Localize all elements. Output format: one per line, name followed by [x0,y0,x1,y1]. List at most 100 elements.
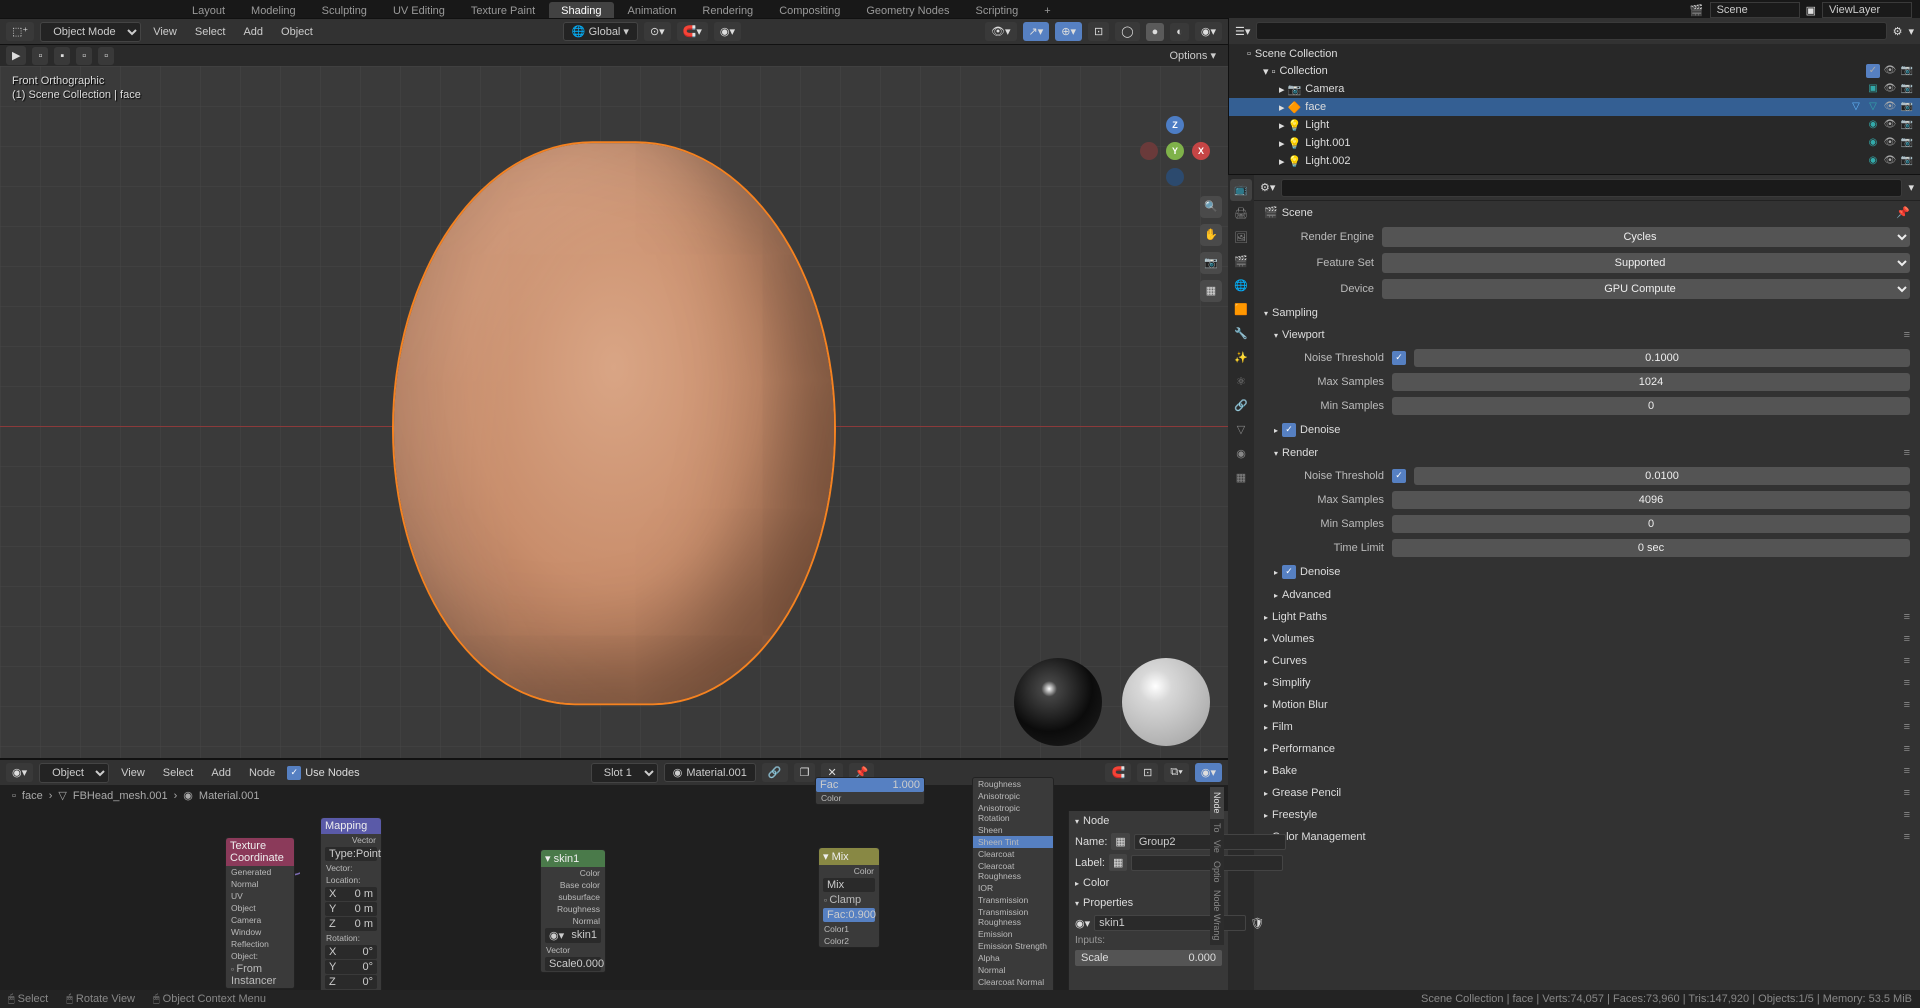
render-engine-select[interactable]: Cycles [1382,227,1910,247]
ptab-material[interactable]: ◉ [1230,443,1252,465]
ptab-world[interactable]: 🌐 [1230,275,1252,297]
axis-neg-x[interactable] [1140,142,1158,160]
props-type-icon[interactable]: ⚙▾ [1260,181,1275,194]
view3d-menu-view[interactable]: View [147,24,183,40]
material-select[interactable]: ◉ Material.001 [664,763,756,782]
r-min-val[interactable]: 0 [1392,515,1910,533]
ptab-output[interactable]: 🖨 [1230,203,1252,225]
panel-freestyle[interactable]: ▸Freestyle≡ [1254,804,1920,826]
ptab-texture[interactable]: ▦ [1230,467,1252,489]
ptab-physics[interactable]: ⚛ [1230,371,1252,393]
axis-neg-z[interactable] [1166,168,1184,186]
ptab-object[interactable]: 🟧 [1230,299,1252,321]
collection-exclude-check[interactable]: ✓ [1866,64,1880,78]
orientation-select[interactable]: 🌐 Global ▾ [563,22,638,41]
node-scale-field[interactable]: Scale0.000 [1075,950,1222,966]
view3d-menu-select[interactable]: Select [189,24,232,40]
ptab-render[interactable]: 📺 [1230,179,1252,201]
render-icon[interactable]: 📷 [1900,82,1914,96]
tree-face[interactable]: ▸ 🔶 face▽▽👁📷 [1229,98,1920,116]
gizmo-toggle[interactable]: ↗▾ [1023,22,1050,41]
ptab-scene[interactable]: 🎬 [1230,251,1252,273]
panel-viewport[interactable]: ▾Viewport≡ [1254,324,1920,346]
tree-light[interactable]: ▸ 💡 Light◉👁📷 [1229,116,1920,134]
outliner-new-collection[interactable]: ▾ [1908,25,1914,38]
select-mode-1[interactable]: ▫ [32,47,48,65]
pan-icon[interactable]: ✋ [1200,224,1222,246]
ptab-particles[interactable]: ✨ [1230,347,1252,369]
node-principled-bsdf[interactable]: RoughnessAnisotropicAnisotropic Rotation… [972,777,1054,1001]
visibility-icon[interactable]: 👁▾ [985,22,1017,41]
snap-toggle[interactable]: 🧲▾ [677,22,708,41]
tree-camera[interactable]: ▸ 📷 Camera▣👁📷 [1229,80,1920,98]
eye-icon[interactable]: 👁 [1883,64,1897,78]
select-mode-2[interactable]: ▪ [54,47,70,65]
shading-solid[interactable]: ● [1146,23,1165,41]
options-popover[interactable]: Options ▾ [1164,47,1223,64]
overlay-toggle[interactable]: ⊕▾ [1055,22,1082,41]
tree-light-001[interactable]: ▸ 💡 Light.001◉👁📷 [1229,134,1920,152]
node-texcoord[interactable]: Texture Coordinate Generated Normal UV O… [225,837,295,989]
select-mode-4[interactable]: ▫ [98,47,114,65]
panel-light-paths[interactable]: ▸Light Paths≡ [1254,606,1920,628]
node-canvas[interactable]: ▫ face› ▽ FBHead_mesh.001› ◉ Material.00… [0,785,1228,990]
panel-render[interactable]: ▾Render≡ [1254,442,1920,464]
slot-select[interactable]: Slot 1 [591,763,658,783]
axis-y[interactable]: Y [1166,142,1184,160]
mat-link-icon[interactable]: 🔗 [762,763,788,782]
outliner-filter-icon[interactable]: ⚙ [1893,25,1903,38]
render-icon[interactable]: 📷 [1900,136,1914,150]
render-icon[interactable]: 📷 [1900,64,1914,78]
panel-film[interactable]: ▸Film≡ [1254,716,1920,738]
nstab-nodewrangler[interactable]: Node Wrang [1210,886,1224,944]
panel-sampling[interactable]: ▾Sampling [1254,302,1920,324]
nstab-node[interactable]: Node [1210,787,1224,819]
panel-bake[interactable]: ▸Bake≡ [1254,760,1920,782]
time-limit-val[interactable]: 0 sec [1392,539,1910,557]
eye-icon[interactable]: 👁 [1883,118,1897,132]
node-ov2-icon[interactable]: ⧉▾ [1164,763,1188,782]
eye-icon[interactable]: 👁 [1883,82,1897,96]
ptab-viewlayer[interactable]: 🖼 [1230,227,1252,249]
shading-matprev[interactable]: ◐ [1170,23,1189,41]
render-icon[interactable]: 📷 [1900,100,1914,114]
view3d-menu-object[interactable]: Object [275,24,319,40]
ptab-data[interactable]: ▽ [1230,419,1252,441]
outliner-tree[interactable]: ▫ Scene Collection ▾ ▫ Collection ✓👁📷 ▸ … [1229,44,1920,172]
feature-set-select[interactable]: Supported [1382,253,1910,273]
use-nodes-check[interactable]: ✓Use Nodes [287,766,359,780]
ptab-constraints[interactable]: 🔗 [1230,395,1252,417]
xray-toggle[interactable]: ⊡ [1088,22,1109,41]
render-icon[interactable]: 📷 [1900,118,1914,132]
render-icon[interactable]: 📷 [1900,154,1914,168]
node-menu-add[interactable]: Add [205,765,237,781]
nstab-view[interactable]: Vie [1210,836,1224,857]
scene-name-input[interactable] [1710,2,1800,18]
axis-x[interactable]: X [1192,142,1210,160]
editor-type-icon[interactable]: ⬚⁺ [6,22,34,41]
shading-wireframe[interactable]: ◯ [1115,22,1139,41]
tree-scene-collection[interactable]: ▫ Scene Collection [1229,46,1920,62]
tool-select-box[interactable]: ▶ [6,46,26,65]
eye-icon[interactable]: 👁 [1883,100,1897,114]
node-menu-node[interactable]: Node [243,765,281,781]
panel-simplify[interactable]: ▸Simplify≡ [1254,672,1920,694]
tree-light-002[interactable]: ▸ 💡 Light.002◉👁📷 [1229,152,1920,170]
viewlayer-name-input[interactable] [1822,2,1912,18]
eye-icon[interactable]: 👁 [1883,154,1897,168]
nav-gizmo[interactable]: Z Y X [1140,116,1210,186]
vp-min-val[interactable]: 0 [1392,397,1910,415]
view3d-menu-add[interactable]: Add [237,24,269,40]
zoom-icon[interactable]: 🔍 [1200,196,1222,218]
node-label-input[interactable] [1131,855,1283,871]
node-menu-select[interactable]: Select [157,765,200,781]
node-mode-select[interactable]: Object [39,763,109,783]
node-menu-view[interactable]: View [115,765,151,781]
tree-collection[interactable]: ▾ ▫ Collection ✓👁📷 [1229,62,1920,80]
camera-icon[interactable]: 📷 [1200,252,1222,274]
r-noise-val[interactable]: 0.0100 [1414,467,1910,485]
vp-max-val[interactable]: 1024 [1392,373,1910,391]
pivot-select[interactable]: ⊙▾ [644,22,671,41]
panel-color-management[interactable]: ▸Color Management≡ [1254,826,1920,848]
persp-icon[interactable]: ▦ [1200,280,1222,302]
